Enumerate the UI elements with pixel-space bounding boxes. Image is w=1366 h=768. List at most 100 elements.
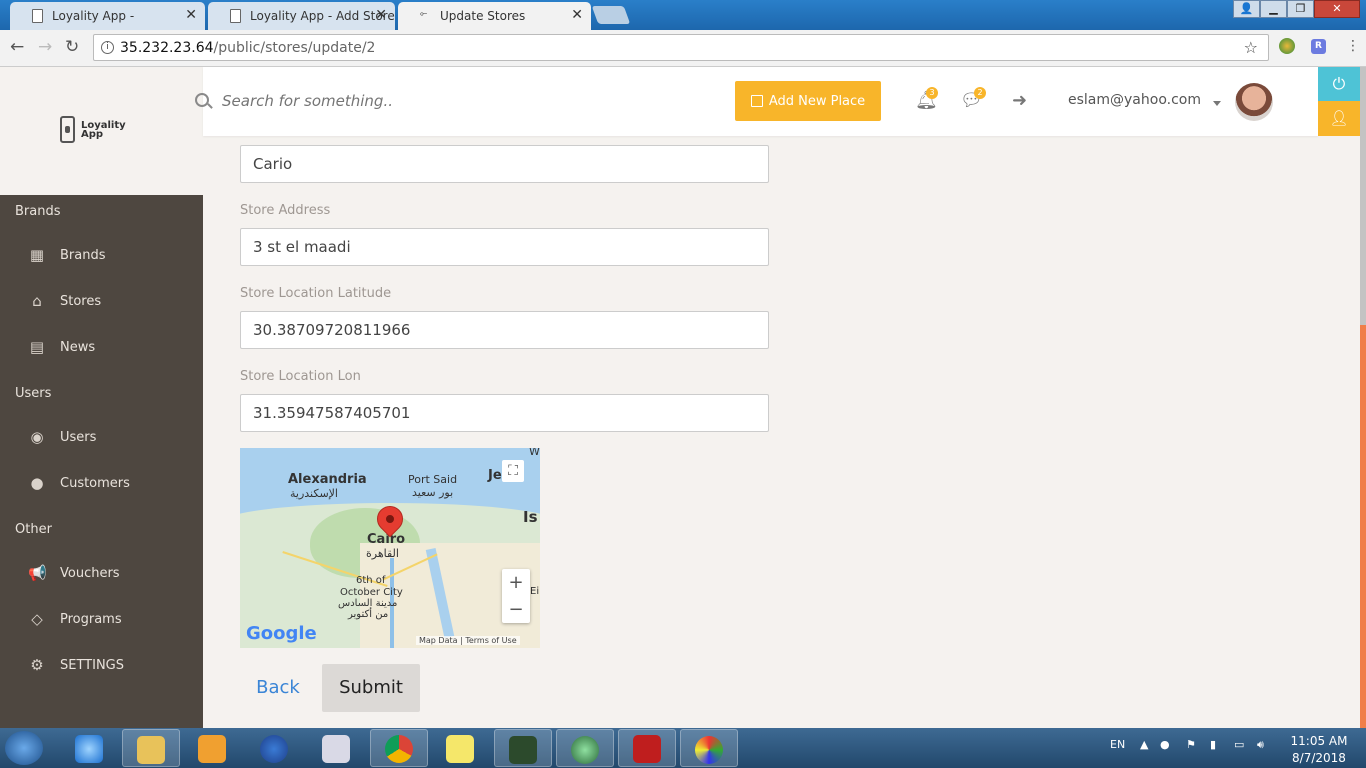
close-tab-icon[interactable]: ✕: [375, 7, 387, 23]
tab-loyality-app[interactable]: Loyality App - ✕: [10, 2, 205, 30]
taskbar-filezilla[interactable]: [618, 729, 676, 767]
sidebar-item-label: Brands: [60, 247, 106, 263]
firefox-icon: [260, 735, 288, 763]
map-data-link[interactable]: Map Data: [419, 636, 458, 645]
sidebar-item-brands[interactable]: ▦ Brands: [28, 240, 198, 270]
sidebar-item-vouchers[interactable]: 📢 Vouchers: [28, 558, 198, 588]
chevron-down-icon[interactable]: [1213, 101, 1221, 106]
network-globe-icon[interactable]: ●: [1160, 738, 1170, 751]
location-map[interactable]: Alexandria الإسكندرية Port Said بور سعيد…: [240, 448, 540, 648]
flag-icon[interactable]: ⚑: [1186, 738, 1196, 751]
scrollbar-thumb[interactable]: [1360, 67, 1366, 325]
logout-icon[interactable]: ➜: [1012, 90, 1027, 111]
volume-icon[interactable]: 🔊︎: [1257, 738, 1264, 752]
info-icon[interactable]: i: [101, 41, 114, 54]
sidebar-item-label: Programs: [60, 611, 122, 627]
search-input[interactable]: [222, 86, 522, 116]
home-icon: ⌂: [32, 292, 42, 310]
maximize-button[interactable]: ❐: [1287, 0, 1314, 18]
map-footer: Map Data | Terms of Use: [416, 636, 520, 645]
close-tab-icon[interactable]: ✕: [185, 7, 197, 23]
tab-add-stores[interactable]: Loyality App - Add Stores ✕: [208, 2, 395, 30]
power-icon[interactable]: ⏻: [1318, 67, 1360, 101]
map-label-alexandria-ar: الإسكندرية: [290, 487, 338, 500]
map-label-port-said: Port Said: [408, 473, 458, 486]
zoom-control: + −: [502, 569, 530, 623]
sidebar-section-users: Users: [15, 386, 52, 401]
sidebar-item-stores[interactable]: ⌂ Stores: [28, 286, 198, 316]
taskbar-tool[interactable]: [308, 729, 366, 767]
clock-time: 11:05 AM: [1290, 734, 1348, 748]
back-button[interactable]: Back: [243, 669, 313, 707]
latitude-field[interactable]: [240, 311, 769, 349]
fullscreen-icon[interactable]: ⛶: [502, 460, 524, 482]
app-logo[interactable]: Loyality App: [60, 116, 126, 143]
taskbar-media[interactable]: [184, 729, 242, 767]
sidebar-item-customers[interactable]: ● Customers: [28, 468, 198, 498]
close-tab-icon[interactable]: ✕: [571, 7, 583, 23]
usb-icon[interactable]: ▮: [1210, 738, 1216, 751]
back-arrow-icon[interactable]: ←: [10, 37, 24, 57]
zoom-out-button[interactable]: −: [502, 596, 530, 623]
start-button[interactable]: [5, 731, 43, 765]
extension-r-icon[interactable]: R: [1311, 39, 1326, 54]
bookmark-star-icon[interactable]: ☆: [1244, 38, 1258, 57]
user-menu[interactable]: eslam@yahoo.com: [1068, 92, 1201, 108]
taskbar-terminal[interactable]: [494, 729, 552, 767]
tab-update-stores[interactable]: ⟜ Update Stores ✕: [398, 2, 591, 30]
forward-arrow-icon[interactable]: →: [38, 37, 52, 57]
add-new-place-button[interactable]: Add New Place: [735, 81, 881, 121]
extension-globe-icon[interactable]: [1279, 38, 1295, 54]
map-label-eil: Eil: [530, 586, 540, 597]
sidebar-item-users[interactable]: ◉ Users: [28, 422, 198, 452]
sidebar-item-news[interactable]: ▤ News: [28, 332, 198, 362]
taskbar-firefox[interactable]: [246, 729, 304, 767]
map-label-october-ar2: من أكتوبر: [348, 609, 389, 620]
taskbar-explorer[interactable]: [122, 729, 180, 767]
longitude-label: Store Location Lon: [240, 369, 361, 384]
paint-icon: [695, 736, 723, 764]
map-label-w: W: [529, 448, 540, 458]
atom-icon: [571, 736, 599, 764]
notifications-badge: 3: [926, 87, 938, 99]
browser-menu-icon[interactable]: ⋮: [1346, 38, 1360, 54]
user-icon: ●: [30, 474, 44, 492]
browser-chrome: Loyality App - ✕ Loyality App - Add Stor…: [0, 0, 1366, 67]
minimize-button[interactable]: ▁: [1260, 0, 1287, 18]
taskbar-chrome[interactable]: [370, 729, 428, 767]
avatar[interactable]: [1235, 83, 1273, 121]
sidebar-item-label: Customers: [60, 475, 130, 491]
url-bar[interactable]: i 35.232.23.64/public/stores/update/2 ☆: [93, 34, 1269, 61]
tab-bar: Loyality App - ✕ Loyality App - Add Stor…: [0, 0, 1366, 30]
gear-icon: ⚙: [30, 656, 44, 674]
clock-date: 8/7/2018: [1292, 751, 1346, 765]
sidebar-item-settings[interactable]: ⚙ SETTINGS: [28, 650, 198, 680]
city-field[interactable]: [240, 145, 769, 183]
taskbar-paint[interactable]: [680, 729, 738, 767]
submit-button[interactable]: Submit: [322, 664, 420, 712]
terms-link[interactable]: Terms of Use: [465, 636, 516, 645]
diamond-icon: ◇: [31, 610, 43, 628]
user-icon[interactable]: 👤: [1233, 0, 1260, 18]
taskbar-ie[interactable]: [60, 729, 118, 767]
messages-badge: 2: [974, 87, 986, 99]
profile-icon[interactable]: 👤︎: [1318, 101, 1360, 136]
filezilla-icon: [633, 735, 661, 763]
taskbar-notes[interactable]: [432, 729, 490, 767]
monitor-icon[interactable]: ▭: [1234, 738, 1244, 751]
map-label-port-said-ar: بور سعيد: [412, 486, 454, 499]
reload-icon[interactable]: ↻: [65, 37, 79, 57]
show-hidden-icons-icon[interactable]: ▲: [1140, 738, 1148, 751]
language-indicator[interactable]: EN: [1110, 738, 1125, 751]
longitude-field[interactable]: [240, 394, 769, 432]
zoom-in-button[interactable]: +: [502, 569, 530, 596]
sidebar-item-programs[interactable]: ◇ Programs: [28, 604, 198, 634]
taskbar-atom[interactable]: [556, 729, 614, 767]
new-tab-button[interactable]: [591, 6, 631, 24]
tab-label: Loyality App -: [52, 9, 135, 23]
close-window-button[interactable]: ✕: [1314, 0, 1360, 18]
taskbar-clock[interactable]: 11:05 AM 8/7/2018: [1284, 733, 1354, 767]
store-address-field[interactable]: [240, 228, 769, 266]
add-new-place-label: Add New Place: [768, 93, 866, 109]
loading-icon: ⟜: [420, 9, 428, 19]
